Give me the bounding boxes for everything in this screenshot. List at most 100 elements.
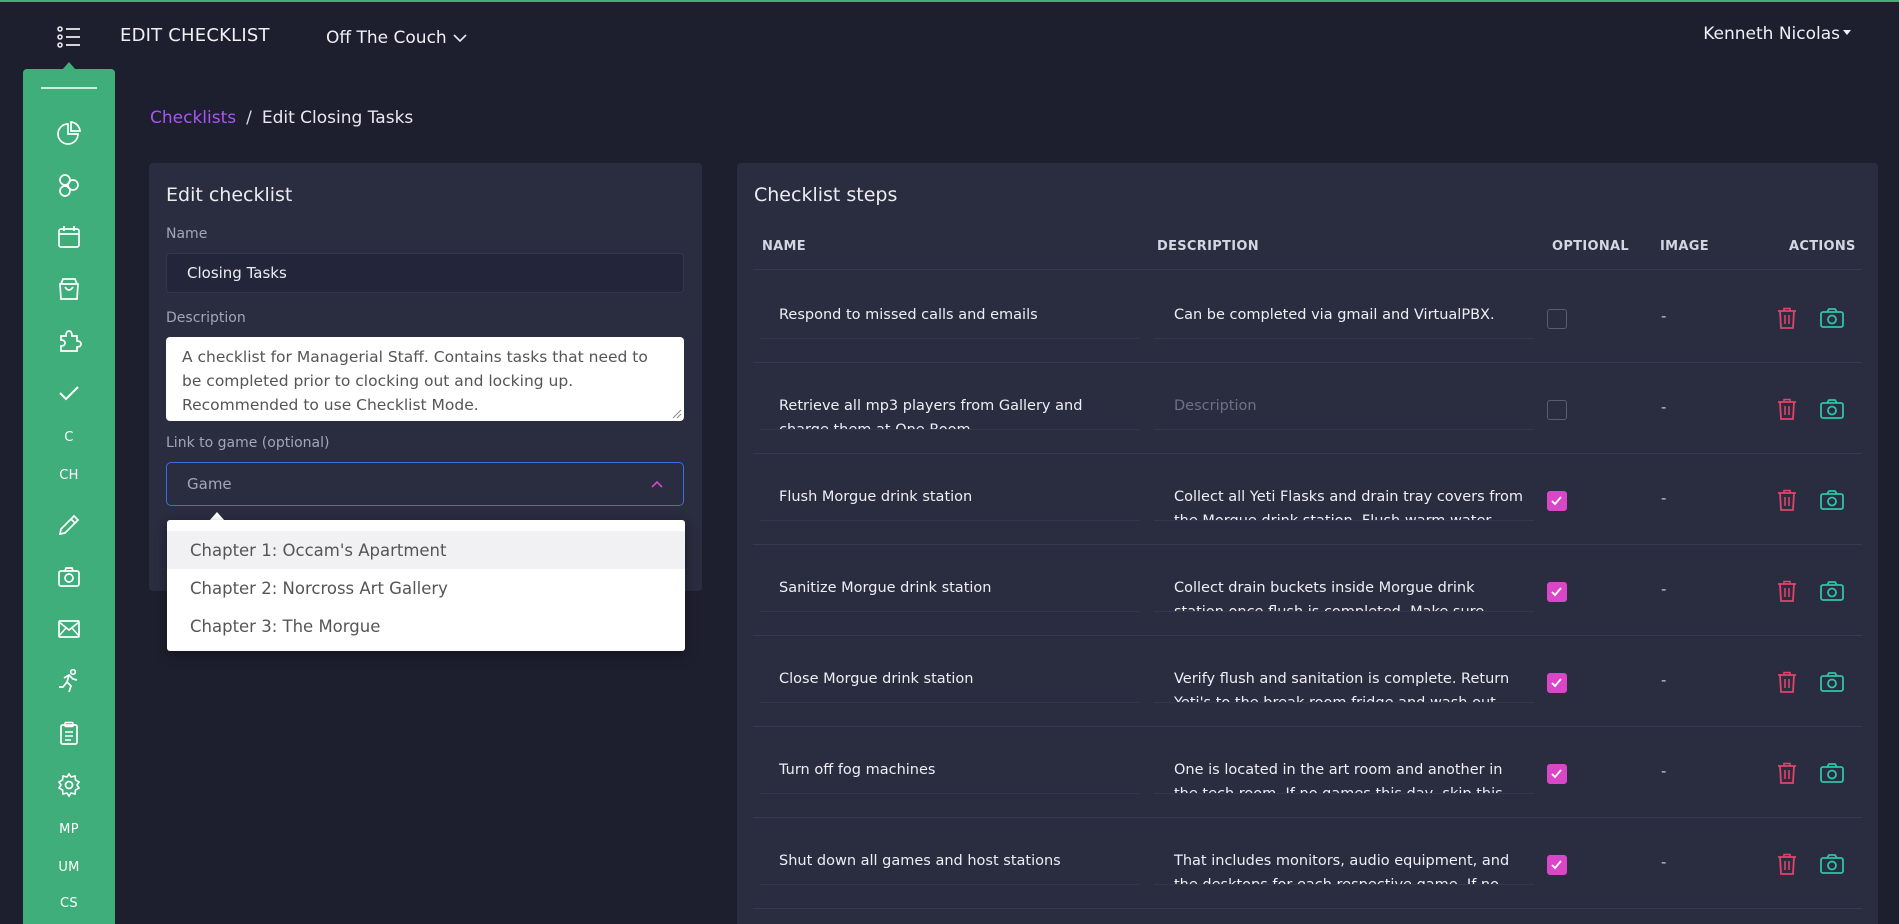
dropdown-option[interactable]: Chapter 1: Occam's Apartment — [167, 531, 685, 569]
sidebar-item-games[interactable] — [23, 321, 115, 361]
step-description-input[interactable]: Description — [1154, 377, 1534, 430]
step-name-input[interactable]: Shut down all games and host stations — [759, 832, 1139, 885]
step-name-input[interactable]: Turn off fog machines — [759, 741, 1139, 794]
name-input[interactable]: Closing Tasks — [166, 253, 684, 293]
delete-step-button[interactable] — [1775, 579, 1799, 603]
sidebar-item-shop[interactable] — [23, 269, 115, 309]
breadcrumb-separator: / — [246, 108, 252, 128]
optional-checkbox[interactable] — [1547, 309, 1567, 329]
upload-image-button[interactable] — [1819, 306, 1845, 330]
sidebar-item-label: CS — [60, 895, 78, 911]
step-description-input[interactable]: Verify flush and sanitation is complete.… — [1154, 650, 1534, 703]
resize-handle-icon[interactable] — [672, 409, 682, 419]
delete-step-button[interactable] — [1775, 670, 1799, 694]
upload-image-button[interactable] — [1819, 761, 1845, 785]
trash-icon — [1778, 762, 1796, 784]
check-icon — [59, 386, 79, 401]
description-textarea[interactable]: A checklist for Managerial Staff. Contai… — [166, 337, 684, 421]
step-image-value: - — [1661, 489, 1667, 507]
sidebar-item-edit[interactable] — [23, 505, 115, 545]
camera-icon — [1820, 763, 1844, 783]
upload-image-button[interactable] — [1819, 670, 1845, 694]
top-accent-line — [0, 0, 1899, 2]
table-row: Close Morgue drink station Verify flush a… — [753, 636, 1862, 727]
delete-step-button[interactable] — [1775, 397, 1799, 421]
step-image-value: - — [1661, 398, 1667, 416]
delete-step-button[interactable] — [1775, 761, 1799, 785]
sidebar-item-groups[interactable] — [23, 165, 115, 205]
sidebar-item-activity[interactable] — [23, 661, 115, 701]
step-name-input[interactable]: Flush Morgue drink station — [759, 468, 1139, 521]
sidebar-item-reports[interactable] — [23, 713, 115, 753]
column-header-name: NAME — [762, 239, 806, 254]
sidebar-item-um[interactable]: UM — [23, 847, 115, 887]
step-image-value: - — [1661, 853, 1667, 871]
sidebar-item-mail[interactable] — [23, 609, 115, 649]
optional-checkbox[interactable] — [1547, 673, 1567, 693]
sidebar-item-c[interactable]: C — [23, 417, 115, 457]
dropdown-option[interactable]: Chapter 3: The Morgue — [167, 607, 685, 645]
optional-checkbox[interactable] — [1547, 582, 1567, 602]
upload-image-button[interactable] — [1819, 579, 1845, 603]
circles-icon — [59, 174, 79, 197]
sidebar-item-calendar[interactable] — [23, 217, 115, 257]
upload-image-button[interactable] — [1819, 488, 1845, 512]
chevron-up-icon — [651, 480, 663, 488]
sidebar-item-dashboard[interactable] — [23, 113, 115, 153]
upload-image-button[interactable] — [1819, 852, 1845, 876]
clipboard-icon — [60, 721, 78, 745]
sidebar-item-settings[interactable] — [23, 765, 115, 805]
column-header-optional: OPTIONAL — [1552, 239, 1629, 254]
step-description-input[interactable]: Collect drain buckets inside Morgue drin… — [1154, 559, 1534, 612]
delete-step-button[interactable] — [1775, 488, 1799, 512]
gear-icon — [57, 772, 81, 798]
venue-selector[interactable]: Off The Couch — [326, 28, 467, 48]
sidebar-item-label: CH — [59, 467, 79, 483]
user-menu[interactable]: Kenneth Nicolas — [1703, 24, 1851, 44]
table-row: Retrieve all mp3 players from Gallery an… — [753, 363, 1862, 454]
optional-checkbox[interactable] — [1547, 400, 1567, 420]
checkmark-icon — [1551, 860, 1562, 870]
trash-icon — [1778, 398, 1796, 420]
sidebar-divider — [41, 87, 97, 89]
camera-icon — [1820, 399, 1844, 419]
step-description-input[interactable]: Collect all Yeti Flasks and drain tray c… — [1154, 468, 1534, 521]
optional-checkbox[interactable] — [1547, 764, 1567, 784]
sidebar-item-cs[interactable]: CS — [23, 883, 115, 923]
sidebar-item-mp[interactable]: MP — [23, 809, 115, 849]
trash-icon — [1778, 307, 1796, 329]
step-name-input[interactable]: Sanitize Morgue drink station — [759, 559, 1139, 612]
step-description-input[interactable]: Can be completed via gmail and VirtualPB… — [1154, 286, 1534, 339]
shopping-bag-icon — [59, 278, 79, 300]
header-divider — [753, 269, 1862, 270]
step-name-input[interactable]: Respond to missed calls and emails — [759, 286, 1139, 339]
step-name-input[interactable]: Close Morgue drink station — [759, 650, 1139, 703]
delete-step-button[interactable] — [1775, 306, 1799, 330]
dropdown-option[interactable]: Chapter 2: Norcross Art Gallery — [167, 569, 685, 607]
step-description-input[interactable]: One is located in the art room and anoth… — [1154, 741, 1534, 794]
venue-label: Off The Couch — [326, 28, 447, 48]
optional-checkbox[interactable] — [1547, 855, 1567, 875]
optional-checkbox[interactable] — [1547, 491, 1567, 511]
breadcrumb-link-checklists[interactable]: Checklists — [150, 108, 236, 128]
breadcrumb: Checklists / Edit Closing Tasks — [150, 108, 413, 128]
sidebar-item-ch[interactable]: CH — [23, 455, 115, 495]
step-name-input[interactable]: Retrieve all mp3 players from Gallery an… — [759, 377, 1139, 430]
checklist-steps-card: Checklist steps NAME DESCRIPTION OPTIONA… — [737, 163, 1878, 924]
description-text: A checklist for Managerial Staff. Contai… — [182, 348, 648, 414]
checkmark-icon — [1551, 587, 1562, 597]
runner-icon — [59, 668, 78, 693]
step-image-value: - — [1661, 307, 1667, 325]
camera-icon — [1820, 490, 1844, 510]
delete-step-button[interactable] — [1775, 852, 1799, 876]
menu-list-icon[interactable] — [56, 24, 82, 50]
sidebar-item-label: C — [64, 429, 74, 445]
sidebar-item-checklists[interactable] — [23, 373, 115, 413]
column-header-actions: ACTIONS — [1789, 239, 1856, 254]
column-header-description: DESCRIPTION — [1157, 239, 1259, 254]
upload-image-button[interactable] — [1819, 397, 1845, 421]
game-select[interactable]: Game — [166, 462, 684, 506]
sidebar-item-photos[interactable] — [23, 557, 115, 597]
step-description-input[interactable]: That includes monitors, audio equipment,… — [1154, 832, 1534, 885]
camera-icon — [58, 567, 80, 587]
